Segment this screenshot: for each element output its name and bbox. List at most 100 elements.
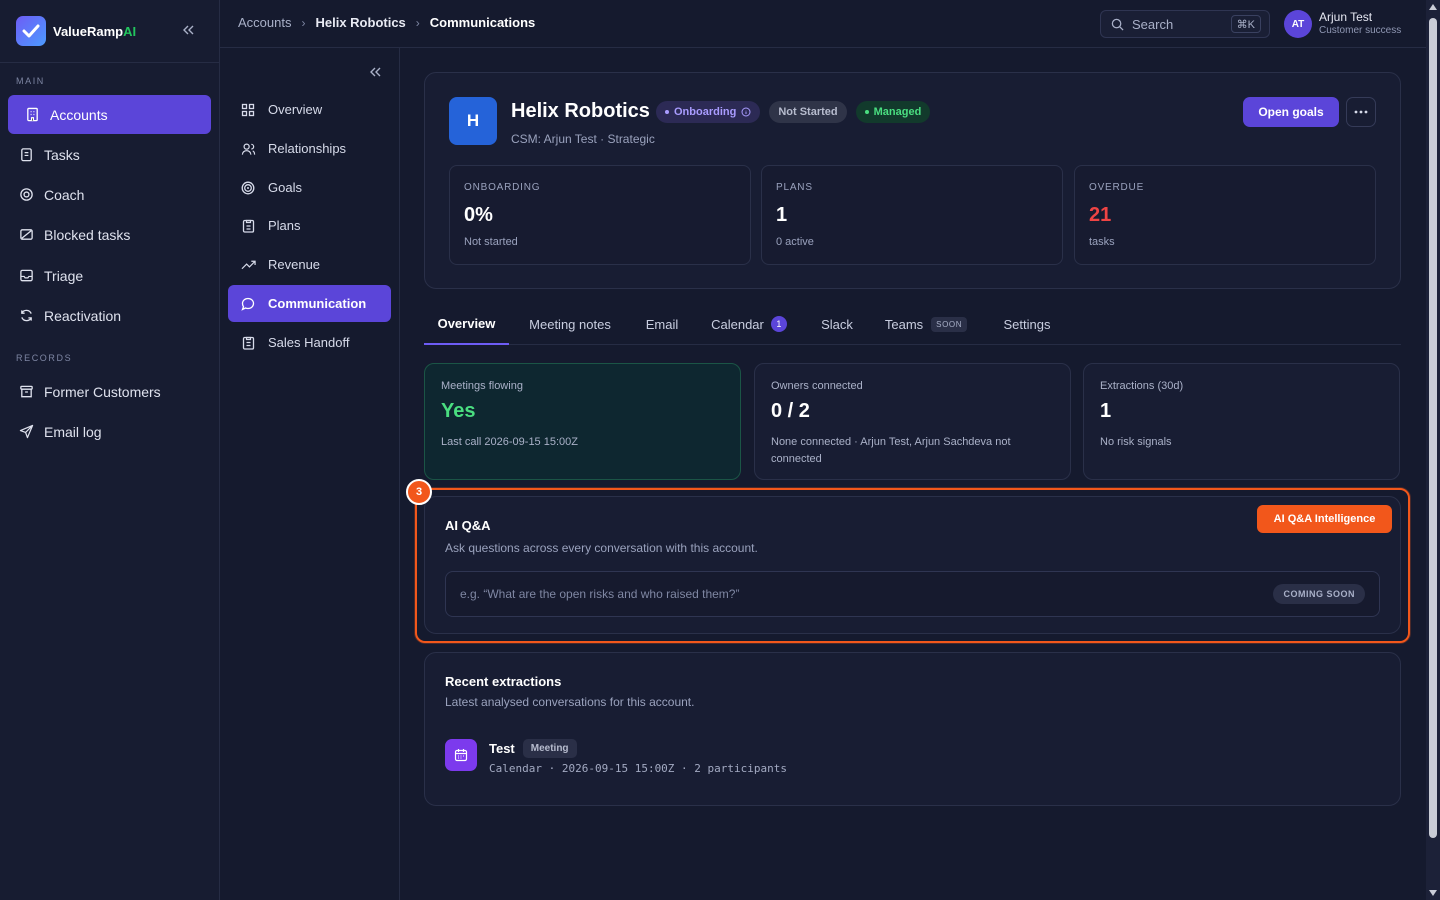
sidebar-item-label: Triage [44, 267, 84, 284]
calendar-count-badge: 1 [770, 316, 787, 332]
page-scrollbar[interactable] [1426, 0, 1440, 900]
search-icon [1111, 18, 1124, 31]
metric-sub: None connected · Arjun Test, Arjun Sachd… [771, 436, 1011, 465]
sidebar-item-former-customers[interactable]: Former Customers [8, 372, 211, 411]
tab-calendar-label: Calendar [711, 316, 764, 332]
subnav-item-label: Sales Handoff [268, 335, 350, 350]
stat-overdue: OVERDUE 21 tasks [1074, 165, 1376, 265]
account-subnav: Overview Relationships Goals Plans Reven… [220, 48, 400, 900]
open-goals-button[interactable]: Open goals [1243, 97, 1339, 127]
users-icon [240, 141, 256, 157]
goal-icon [240, 180, 256, 196]
section-label-main: MAIN [16, 76, 45, 86]
archive-icon [18, 384, 34, 400]
account-header: H Helix Robotics Onboarding Not Started … [424, 72, 1401, 289]
subnav-item-communication[interactable]: Communication [228, 285, 391, 322]
grid-icon [240, 102, 256, 118]
refresh-icon [18, 308, 34, 324]
valueramp-logo-icon [16, 16, 46, 46]
chat-icon [240, 296, 256, 312]
search-input[interactable]: Search ⌘K [1100, 10, 1270, 38]
subnav-item-sales-handoff[interactable]: Sales Handoff [228, 324, 391, 361]
brand-name: ValueRampAI [53, 23, 137, 39]
chevron-right-icon: › [301, 15, 306, 30]
blocked-icon [18, 227, 34, 243]
sidebar-item-label: Coach [44, 186, 85, 203]
scroll-up-icon[interactable] [1429, 3, 1437, 11]
top-bar: Accounts › Helix Robotics › Communicatio… [220, 0, 1426, 48]
brand[interactable]: ValueRampAI [16, 15, 136, 47]
metric-value: 0 / 2 [771, 400, 810, 422]
search-shortcut: ⌘K [1230, 15, 1261, 33]
dot-icon [665, 110, 669, 114]
tab-email[interactable]: Email [639, 303, 685, 345]
extraction-name: Test [489, 741, 515, 756]
collapse-sidebar-icon[interactable] [180, 22, 196, 38]
stat-value: 21 [1089, 204, 1112, 226]
sidebar-item-reactivation[interactable]: Reactivation [8, 296, 211, 335]
tab-meeting-notes[interactable]: Meeting notes [521, 303, 619, 345]
onboarding-badge[interactable]: Onboarding [656, 101, 761, 123]
scrollbar-thumb[interactable] [1429, 18, 1437, 838]
breadcrumb-account[interactable]: Helix Robotics [315, 15, 405, 30]
info-icon [741, 107, 751, 117]
scroll-down-icon[interactable] [1429, 889, 1437, 897]
tab-settings[interactable]: Settings [996, 303, 1058, 345]
subnav-item-revenue[interactable]: Revenue [228, 246, 391, 283]
subnav-item-goals[interactable]: Goals [228, 169, 391, 206]
breadcrumb-current: Communications [429, 15, 536, 30]
onboarding-badge-label: Onboarding [674, 106, 737, 118]
sidebar-item-label: Blocked tasks [44, 226, 131, 243]
account-avatar: H [449, 97, 497, 145]
user-menu[interactable]: AT Arjun Test Customer success [1284, 10, 1401, 38]
subnav-item-plans[interactable]: Plans [228, 207, 391, 244]
stat-value: 1 [776, 204, 788, 226]
managed-badge-label: Managed [873, 106, 922, 118]
sidebar-item-email-log[interactable]: Email log [8, 412, 211, 451]
section-label-records: RECORDS [16, 353, 73, 363]
sidebar-item-label: Accounts [50, 106, 108, 123]
tab-slack[interactable]: Slack [814, 303, 860, 345]
sidebar-item-blocked-tasks[interactable]: Blocked tasks [8, 215, 211, 254]
subnav-item-label: Goals [268, 180, 302, 195]
subnav-item-relationships[interactable]: Relationships [228, 130, 391, 167]
handoff-icon [240, 335, 256, 351]
subnav-item-label: Communication [268, 296, 367, 311]
sidebar-item-accounts[interactable]: Accounts [8, 95, 211, 134]
building-icon [24, 107, 40, 123]
sidebar-item-triage[interactable]: Triage [8, 256, 211, 295]
subnav-item-label: Relationships [268, 141, 347, 156]
clipboard-icon [18, 147, 34, 163]
soon-badge: SOON [931, 316, 968, 332]
sidebar-item-coach[interactable]: Coach [8, 175, 211, 214]
metric-label: Extractions (30d) [1100, 380, 1184, 392]
highlight-label: AI Q&A Intelligence [1257, 505, 1392, 533]
more-options-button[interactable] [1346, 97, 1376, 127]
extraction-meta: Calendar · 2026-09-15 15:00Z · 2 partici… [489, 762, 788, 775]
breadcrumb-accounts[interactable]: Accounts [238, 15, 291, 30]
stat-sub: Not started [464, 236, 518, 248]
stat-onboarding: ONBOARDING 0% Not started [449, 165, 751, 265]
subnav-item-overview[interactable]: Overview [228, 91, 391, 128]
managed-badge: Managed [855, 101, 931, 123]
metric-sub: No risk signals [1100, 436, 1172, 448]
collapse-subnav-icon[interactable] [367, 64, 383, 80]
status-badge: Not Started [769, 101, 847, 123]
list-item[interactable]: Test Meeting [489, 739, 577, 758]
sidebar-item-label: Email log [44, 423, 102, 440]
stat-label: PLANS [776, 182, 813, 193]
metric-label: Owners connected [771, 380, 863, 392]
user-role: Customer success [1319, 25, 1402, 36]
calendar-icon [445, 739, 477, 771]
tab-overview[interactable]: Overview [424, 303, 509, 345]
tab-calendar[interactable]: Calendar 1 [704, 303, 794, 345]
step-marker: 3 [406, 479, 432, 505]
subnav-item-label: Overview [268, 102, 323, 117]
stat-label: ONBOARDING [464, 182, 541, 193]
subnav-item-label: Revenue [268, 257, 321, 272]
metric-sub: Last call 2026-09-15 15:00Z [441, 436, 578, 448]
user-name: Arjun Test [1319, 10, 1373, 24]
tab-teams-label: Teams [884, 316, 924, 332]
sidebar-item-tasks[interactable]: Tasks [8, 135, 211, 174]
tab-teams[interactable]: Teams SOON [881, 303, 971, 345]
